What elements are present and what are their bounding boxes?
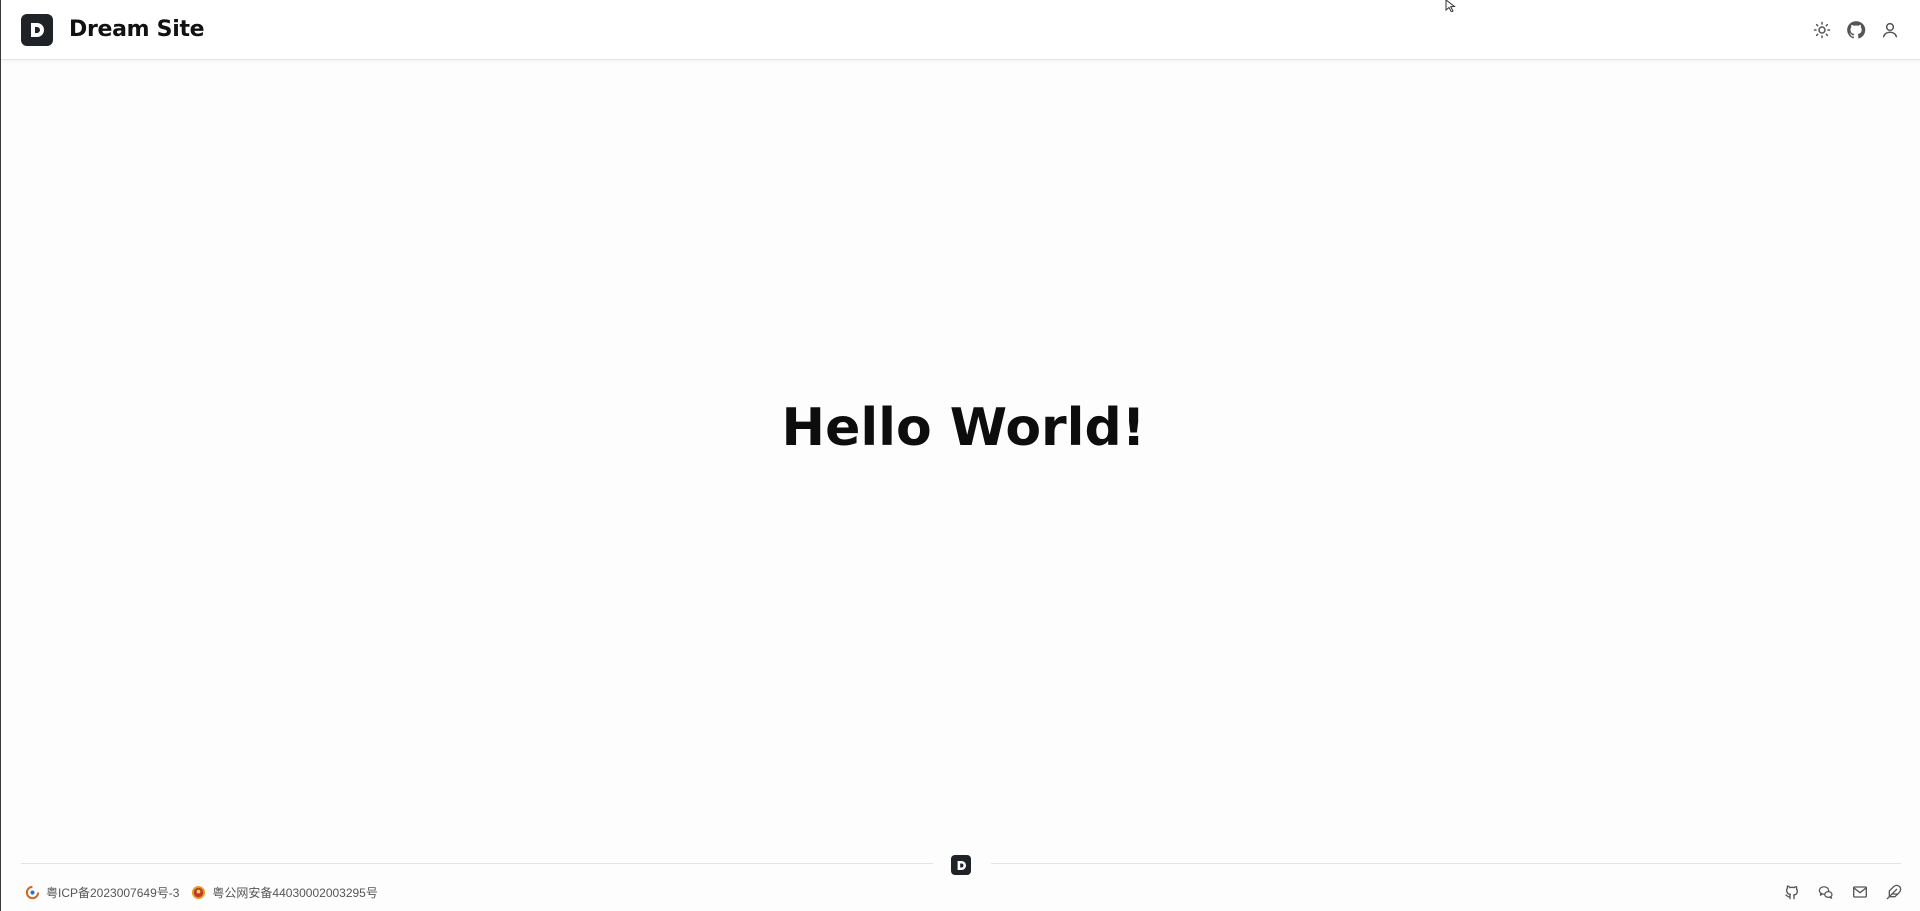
user-account-button[interactable] [1880, 20, 1900, 40]
main-content: Hello World! [1, 60, 1920, 855]
github-link-button[interactable] [1846, 20, 1866, 40]
social-links [1784, 884, 1902, 900]
mail-icon [1853, 886, 1867, 898]
police-badge-icon [191, 885, 206, 900]
site-header: Dream Site [1, 0, 1920, 60]
icp-icon [25, 885, 40, 900]
theme-toggle-button[interactable] [1812, 20, 1832, 40]
police-record-link[interactable]: 粤公网安备44030002003295号 [191, 884, 378, 901]
icp-record-text: 粤ICP备2023007649号-3 [46, 885, 180, 900]
brand-link[interactable]: Dream Site [21, 13, 205, 46]
logo-d-icon [957, 860, 966, 870]
footer-divider-right [991, 863, 1901, 864]
logo-d-icon [31, 22, 44, 37]
sun-icon [1813, 21, 1831, 38]
footer-mail-link[interactable] [1852, 884, 1868, 900]
hero-heading: Hello World! [781, 397, 1146, 458]
wechat-icon [1818, 885, 1833, 899]
mouse-cursor-icon [1445, 0, 1456, 12]
user-icon [1882, 22, 1898, 37]
record-links: 粤ICP备2023007649号-3 粤公网安备44030002003295号 [25, 884, 378, 901]
footer-blog-link[interactable] [1886, 884, 1902, 900]
footer-divider-left [21, 863, 933, 864]
site-footer: 粤ICP备2023007649号-3 粤公网安备44030002003295号 [1, 855, 1920, 911]
header-actions [1812, 20, 1900, 40]
github-icon [1847, 20, 1866, 38]
feather-icon [1886, 884, 1902, 900]
site-title: Dream Site [69, 17, 205, 42]
icp-record-link[interactable]: 粤ICP备2023007649号-3 [25, 884, 179, 901]
police-record-text: 粤公网安备44030002003295号 [212, 885, 378, 900]
site-logo [21, 13, 53, 46]
footer-wechat-link[interactable] [1818, 884, 1834, 900]
footer-row: 粤ICP备2023007649号-3 粤公网安备44030002003295号 [25, 883, 1902, 901]
github-icon [1785, 885, 1798, 900]
footer-logo[interactable] [951, 855, 971, 875]
footer-github-link[interactable] [1784, 884, 1800, 900]
